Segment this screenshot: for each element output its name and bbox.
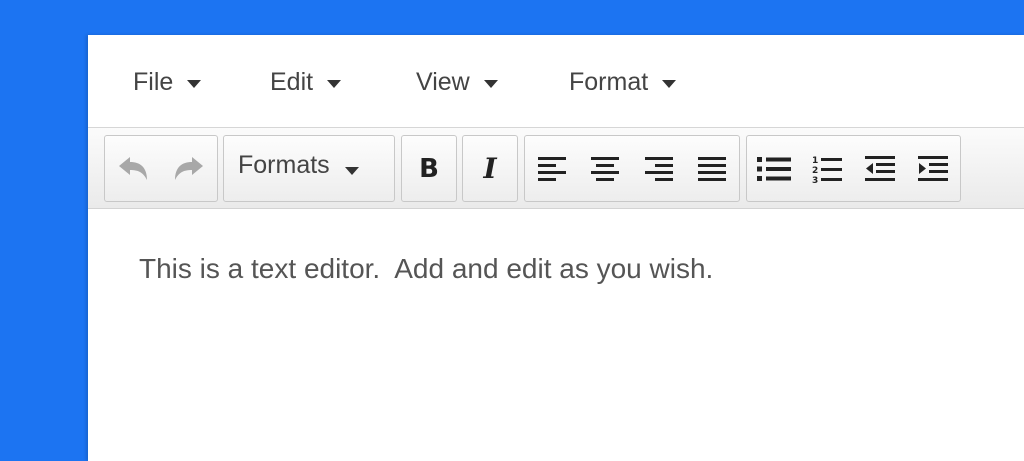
- alignment-group: [524, 135, 740, 202]
- menu-view-label: View: [416, 67, 470, 96]
- chevron-down-icon: [344, 166, 359, 175]
- numbered-list-icon: 1 2 3: [812, 156, 842, 184]
- align-center-icon: [591, 156, 620, 181]
- outdent-button[interactable]: [854, 136, 907, 201]
- bold-group: B: [401, 135, 457, 202]
- svg-text:3: 3: [812, 176, 818, 184]
- editor-content-area[interactable]: This is a text editor. Add and edit as y…: [88, 209, 1024, 461]
- italic-group: I: [462, 135, 518, 202]
- chevron-down-icon: [662, 80, 677, 88]
- chevron-down-icon: [187, 80, 202, 88]
- outdent-icon: [865, 155, 896, 181]
- bold-button[interactable]: B: [402, 136, 456, 201]
- formats-group: Formats: [223, 135, 395, 202]
- align-justify-button[interactable]: [686, 136, 740, 201]
- svg-text:1: 1: [812, 156, 818, 166]
- list-group: 1 2 3: [746, 135, 961, 202]
- svg-text:2: 2: [812, 166, 818, 176]
- bullet-list-icon: [756, 156, 791, 181]
- align-justify-icon: [698, 156, 727, 181]
- menu-format-label: Format: [569, 67, 649, 96]
- menu-file[interactable]: File: [133, 65, 202, 99]
- align-right-button[interactable]: [632, 136, 686, 201]
- redo-button[interactable]: [161, 136, 217, 201]
- redo-icon: [175, 156, 203, 180]
- history-group: [104, 135, 218, 202]
- editor-text[interactable]: This is a text editor. Add and edit as y…: [139, 253, 713, 285]
- indent-button[interactable]: [907, 136, 960, 201]
- menu-view[interactable]: View: [416, 65, 498, 99]
- italic-button[interactable]: I: [463, 136, 517, 201]
- align-left-button[interactable]: [525, 136, 579, 201]
- formats-label: Formats: [238, 151, 330, 179]
- menubar: File Edit View Format: [88, 35, 1024, 127]
- bold-icon: B: [419, 153, 439, 184]
- formats-dropdown[interactable]: Formats: [224, 136, 394, 201]
- menu-format[interactable]: Format: [569, 65, 677, 99]
- menu-edit-label: Edit: [270, 67, 314, 96]
- menu-edit[interactable]: Edit: [270, 65, 342, 99]
- numbered-list-button[interactable]: 1 2 3: [800, 136, 853, 201]
- undo-icon: [119, 156, 147, 180]
- bullet-list-button[interactable]: [747, 136, 800, 201]
- undo-button[interactable]: [105, 136, 161, 201]
- menu-file-label: File: [133, 67, 174, 96]
- chevron-down-icon: [327, 80, 342, 88]
- toolbar: Formats B I 1 2 3: [88, 127, 1024, 209]
- chevron-down-icon: [483, 80, 498, 88]
- align-center-button[interactable]: [579, 136, 633, 201]
- italic-icon: I: [483, 152, 497, 185]
- align-left-icon: [537, 156, 566, 181]
- align-right-icon: [644, 156, 673, 181]
- indent-icon: [918, 155, 949, 181]
- text-editor-window: File Edit View Format Formats B I 1 2 3 …: [88, 35, 1024, 461]
